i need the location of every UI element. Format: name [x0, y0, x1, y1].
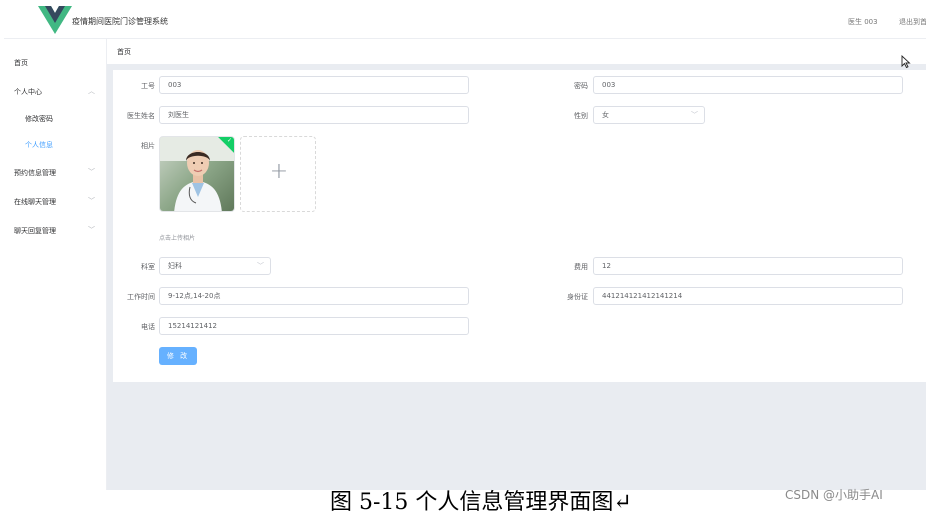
sidebar-item-home[interactable]: 首页	[4, 52, 106, 72]
chevron-down-icon: ﹀	[257, 262, 264, 270]
update-button[interactable]: 修 改	[159, 347, 197, 365]
sidebar-item-label: 修改密码	[25, 115, 53, 123]
gender-select[interactable]: 女 ﹀	[593, 106, 705, 124]
chevron-down-icon: ﹀	[88, 168, 95, 176]
photo-label: 相片	[141, 142, 155, 150]
current-user: 医生 003	[848, 18, 878, 26]
sidebar-item-label: 个人中心	[14, 88, 42, 96]
gender-label: 性别	[574, 112, 588, 120]
photo-upload-button[interactable]: +	[240, 136, 316, 212]
sidebar-menu: 首页 个人中心 ︿ 修改密码 个人信息 预约信息管理 ﹀ 在线聊天管理 ﹀ 聊天…	[4, 39, 107, 490]
app-screen: 疫情期间医院门诊管理系统 医生 003 退出到首页 首页 个人中心 ︿ 修改密码…	[4, 0, 926, 490]
sidebar-item-personal-center[interactable]: 个人中心 ︿	[4, 81, 106, 101]
check-icon: ✓	[226, 137, 232, 144]
doctor-name-input[interactable]: 刘医生	[159, 106, 469, 124]
top-header: 疫情期间医院门诊管理系统 医生 003 退出到首页	[4, 0, 926, 39]
mouse-cursor-icon	[901, 55, 911, 69]
department-value: 妇科	[168, 262, 182, 270]
id-card-input[interactable]: 441214121412141214	[593, 287, 903, 305]
chevron-up-icon: ︿	[88, 87, 95, 95]
chevron-down-icon: ﹀	[88, 226, 95, 234]
sidebar-item-chat-reply[interactable]: 聊天回复管理 ﹀	[4, 220, 106, 240]
password-label: 密码	[574, 82, 588, 90]
logout-link[interactable]: 退出到首页	[899, 17, 926, 27]
sidebar-item-change-password[interactable]: 修改密码	[4, 108, 106, 128]
chevron-down-icon: ﹀	[691, 111, 698, 119]
sidebar-item-appointment[interactable]: 预约信息管理 ﹀	[4, 162, 106, 182]
password-input[interactable]: 003	[593, 76, 903, 94]
sidebar-item-label: 个人信息	[25, 141, 53, 149]
fee-label: 费用	[574, 263, 588, 271]
plus-icon: +	[269, 159, 289, 184]
department-label: 科室	[141, 263, 155, 271]
doctor-name-label: 医生姓名	[127, 112, 155, 120]
csdn-watermark: CSDN @小助手AI	[785, 488, 883, 502]
fee-input[interactable]: 12	[593, 257, 903, 275]
breadcrumb[interactable]: 首页	[117, 47, 131, 57]
sidebar-item-label: 在线聊天管理	[14, 198, 56, 206]
chevron-down-icon: ﹀	[88, 197, 95, 205]
sidebar-item-label: 聊天回复管理	[14, 227, 56, 235]
doctor-portrait-image	[160, 137, 234, 211]
phone-input[interactable]: 15214121412	[159, 317, 469, 335]
work-time-input[interactable]: 9-12点,14-20点	[159, 287, 469, 305]
app-title: 疫情期间医院门诊管理系统	[72, 17, 168, 26]
upload-tip: 点击上传相片	[159, 235, 196, 242]
figure-caption: 图 5-15 个人信息管理界面图↵	[330, 490, 632, 515]
sidebar-item-label: 首页	[14, 59, 28, 67]
sidebar-item-online-chat[interactable]: 在线聊天管理 ﹀	[4, 191, 106, 211]
doctor-photo[interactable]: ✓	[159, 136, 235, 212]
vue-logo-icon	[38, 6, 72, 34]
sidebar-item-personal-info[interactable]: 个人信息	[4, 134, 106, 154]
gender-value: 女	[602, 111, 609, 119]
id-card-label: 身份证	[567, 293, 588, 301]
phone-label: 电话	[141, 323, 155, 331]
sidebar-item-label: 预约信息管理	[14, 169, 56, 177]
employee-id-input[interactable]: 003	[159, 76, 469, 94]
employee-id-label: 工号	[141, 82, 155, 90]
work-time-label: 工作时间	[127, 293, 155, 301]
department-select[interactable]: 妇科 ﹀	[159, 257, 271, 275]
